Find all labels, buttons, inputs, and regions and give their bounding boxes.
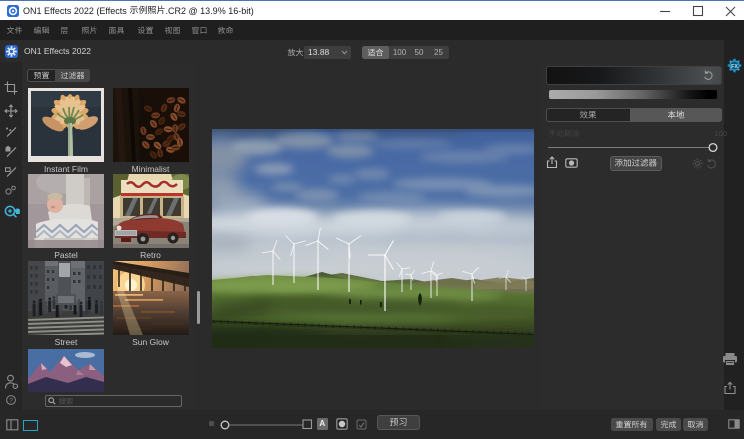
svg-text:FX: FX xyxy=(731,64,738,70)
svg-text:?: ? xyxy=(9,398,13,405)
